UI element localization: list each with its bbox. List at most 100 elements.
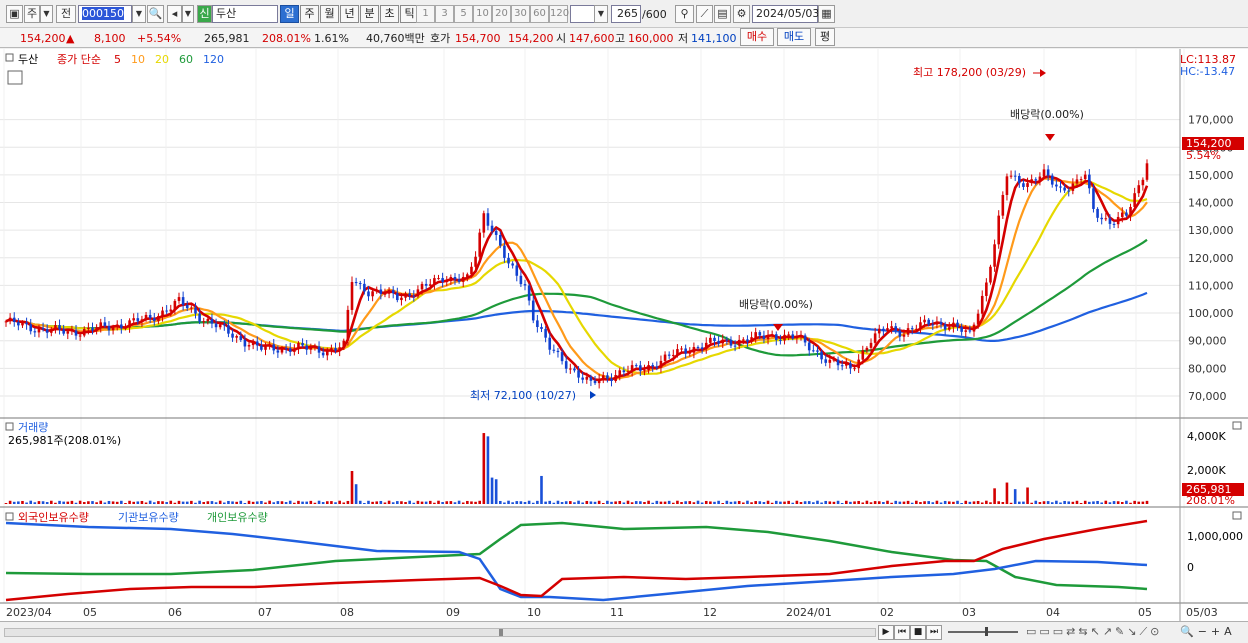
eval-button[interactable]: 평 — [815, 28, 835, 46]
candle-body — [577, 370, 580, 378]
volume-bar — [651, 502, 655, 504]
volume-bar — [791, 502, 795, 504]
volume-bar — [313, 502, 317, 504]
legend-ma-5: 5 — [114, 53, 121, 66]
volume-close-icon[interactable] — [1232, 421, 1242, 430]
interval-dropdown-icon[interactable]: ▼ — [594, 5, 608, 23]
interval-button-60[interactable]: 60 — [530, 5, 549, 23]
volume-bar — [696, 500, 700, 504]
candle-body — [523, 284, 527, 286]
candle-body — [243, 339, 247, 347]
interval-button-30[interactable]: 30 — [511, 5, 530, 23]
speaker-icon[interactable]: ◂ — [167, 5, 182, 23]
tab-timeframe-1[interactable]: 주 — [300, 5, 319, 23]
tool-icons[interactable]: ▭▭▭⇄⇆↖↗✎↘⟋⊙ — [1026, 625, 1162, 639]
count-value: 265 — [617, 7, 638, 20]
speaker-dropdown-icon[interactable]: ▼ — [182, 5, 194, 23]
candle-body — [474, 256, 477, 267]
quote-change: 8,100 — [94, 32, 126, 45]
search-icon[interactable]: 🔍 — [147, 5, 164, 23]
interval-button-5[interactable]: 5 — [454, 5, 473, 23]
candle-body — [305, 345, 308, 350]
volume-bar — [490, 477, 494, 504]
stop-icon[interactable]: ■ — [910, 625, 926, 640]
gear-icon[interactable]: ⚙ — [733, 5, 750, 23]
count-input[interactable]: 265 — [611, 5, 641, 23]
interval-button-1[interactable]: 1 — [416, 5, 435, 23]
tab-timeframe-5[interactable]: 초 — [380, 5, 399, 23]
volume-bar — [515, 501, 519, 504]
tab-timeframe-4[interactable]: 분 — [360, 5, 379, 23]
calendar-icon[interactable]: ▦ — [818, 5, 835, 23]
quote-vol-ratio: 208.01% — [262, 32, 311, 45]
tab-timeframe-2[interactable]: 월 — [320, 5, 339, 23]
volume-bar — [45, 502, 49, 504]
volume-bar — [832, 501, 836, 504]
holdings-box-icon[interactable] — [5, 512, 14, 521]
volume-bar — [910, 502, 914, 504]
candle-body — [408, 293, 411, 296]
interval-button-120[interactable]: 120 — [549, 5, 569, 23]
period-select[interactable]: 주 — [24, 5, 40, 23]
candle-body — [478, 232, 482, 257]
horizontal-scrollbar[interactable] — [4, 628, 876, 637]
candle-body — [1046, 169, 1050, 176]
volume-bar — [873, 501, 877, 504]
candle-body — [704, 342, 708, 349]
volume-bar — [993, 488, 996, 504]
stock-chart[interactable]: 70,000 80,000 90,000 100,000 110,000 120,000 1… — [0, 49, 1248, 621]
skip-back-icon[interactable]: ⏮ — [894, 625, 910, 640]
volume-bar — [367, 500, 370, 504]
volume-bar — [581, 502, 584, 504]
period-dropdown-icon[interactable]: ▼ — [40, 5, 53, 23]
date-input[interactable]: 2024/05/03 — [752, 5, 819, 23]
skip-forward-icon[interactable]: ⏭ — [926, 625, 942, 640]
y-tick-label: 120,000 — [1188, 252, 1234, 265]
volume-bar — [338, 500, 341, 504]
volume-bar — [560, 502, 564, 504]
sell-button[interactable]: 매도 — [777, 28, 811, 46]
candle-body — [165, 310, 168, 312]
scrollbar-thumb[interactable] — [499, 629, 503, 636]
draw-tool-icon[interactable]: ⟋ — [696, 5, 713, 23]
interval-button-10[interactable]: 10 — [473, 5, 492, 23]
volume-box-icon[interactable] — [5, 422, 14, 431]
volume-bar — [375, 501, 379, 504]
y-tick-label: 70,000 — [1188, 390, 1227, 403]
volume-bar — [412, 502, 416, 504]
table-icon[interactable] — [7, 70, 23, 85]
holdings-close-icon[interactable] — [1232, 511, 1242, 520]
code-dropdown-icon[interactable]: ▼ — [132, 5, 146, 23]
prev-button[interactable]: 전 — [56, 5, 76, 23]
candle-body — [910, 328, 914, 330]
window-icon[interactable]: ▣ — [6, 5, 23, 23]
volume-bar — [400, 501, 403, 504]
scroll-right-icon[interactable]: ▶ — [878, 625, 894, 640]
save-icon[interactable]: ▤ — [714, 5, 731, 23]
candle-body — [404, 293, 407, 298]
code-input[interactable]: 000150 — [78, 5, 132, 23]
stock-name-field[interactable]: 두산 — [212, 5, 278, 23]
interval-button-3[interactable]: 3 — [435, 5, 454, 23]
volume-bar — [556, 500, 560, 504]
candle-body — [1104, 218, 1108, 220]
volume-bar — [1092, 501, 1095, 504]
volume-bar — [223, 502, 226, 504]
dividend-annotation-2: 배당락(0.00%) — [739, 298, 813, 311]
volume-title: 거래량 — [18, 421, 48, 434]
candle-body — [618, 370, 622, 376]
zoom-controls[interactable]: 🔍−+A — [1180, 625, 1236, 638]
buy-button[interactable]: 매수 — [740, 28, 774, 46]
volume-bar — [144, 502, 148, 504]
tab-timeframe-0[interactable]: 일 — [280, 5, 299, 23]
volume-bar — [1125, 500, 1128, 504]
interval-button-20[interactable]: 20 — [492, 5, 511, 23]
zoom-slider-thumb[interactable] — [985, 627, 988, 636]
candle-type-icon[interactable]: ⚲ — [675, 5, 694, 23]
candle-body — [50, 329, 53, 333]
candle-body — [313, 346, 317, 348]
zoom-slider[interactable] — [948, 631, 1018, 633]
legend-box-icon[interactable] — [5, 53, 14, 62]
volume-bar — [1005, 482, 1009, 504]
tab-timeframe-3[interactable]: 년 — [340, 5, 359, 23]
